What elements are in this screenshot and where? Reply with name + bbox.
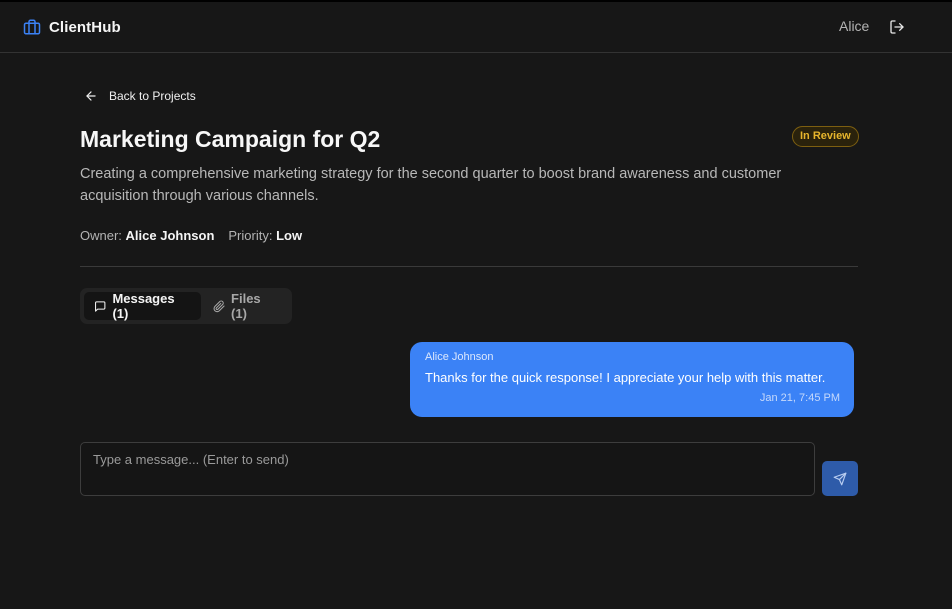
message-input[interactable] xyxy=(80,442,815,496)
logout-icon[interactable] xyxy=(889,19,905,35)
brand-name: ClientHub xyxy=(49,18,121,36)
top-bar: ClientHub Alice xyxy=(0,2,952,53)
tab-files[interactable]: Files (1) xyxy=(203,291,288,321)
priority-field: Priority: Low xyxy=(228,228,302,243)
user-name: Alice xyxy=(839,18,870,34)
send-button[interactable] xyxy=(822,461,858,496)
paperclip-icon xyxy=(213,300,225,312)
tab-messages-label: Messages (1) xyxy=(112,291,175,321)
project-meta: Owner: Alice Johnson Priority: Low xyxy=(80,228,302,243)
tab-messages[interactable]: Messages (1) xyxy=(84,291,201,321)
owner-field: Owner: Alice Johnson xyxy=(80,228,214,243)
priority-label: Priority: xyxy=(228,228,273,243)
tab-bar: Messages (1) Files (1) xyxy=(80,288,292,324)
status-badge: In Review xyxy=(792,126,859,147)
message-text: Thanks for the quick response! I appreci… xyxy=(425,370,826,385)
back-link-label: Back to Projects xyxy=(109,89,196,103)
briefcase-icon xyxy=(23,19,41,35)
brand[interactable]: ClientHub xyxy=(23,17,121,37)
arrow-left-icon xyxy=(86,91,96,101)
project-title: Marketing Campaign for Q2 xyxy=(80,126,381,152)
back-to-projects-link[interactable]: Back to Projects xyxy=(84,88,196,104)
priority-value: Low xyxy=(276,228,303,243)
app-window: ClientHub Alice Back to Projects Marketi… xyxy=(0,2,952,609)
owner-label: Owner: xyxy=(80,228,122,243)
project-description: Creating a comprehensive marketing strat… xyxy=(80,166,782,204)
owner-value: Alice Johnson xyxy=(125,228,215,243)
tab-files-label: Files (1) xyxy=(231,291,261,321)
message-bubble: Alice Johnson Thanks for the quick respo… xyxy=(410,342,854,417)
section-divider xyxy=(80,266,858,267)
message-square-icon xyxy=(95,300,106,312)
message-timestamp: Jan 21, 7:45 PM xyxy=(759,392,840,404)
message-author: Alice Johnson xyxy=(425,351,494,363)
send-icon xyxy=(833,472,847,485)
